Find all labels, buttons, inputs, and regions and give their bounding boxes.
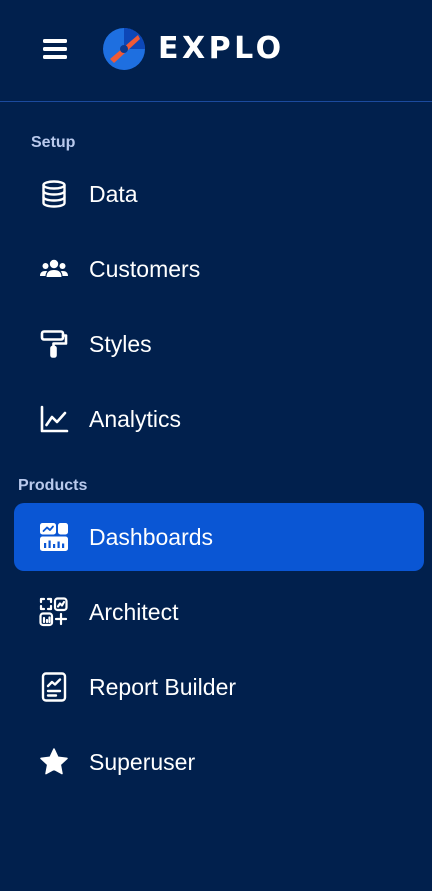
nav-item-data[interactable]: Data [14,160,424,228]
sidebar-nav: EXPLO Setup Data Customers Styles Analyt… [0,0,432,891]
nav-item-customers[interactable]: Customers [14,235,424,303]
explo-logo-icon [103,28,145,70]
nav-item-label: Analytics [89,406,182,432]
nav-item-report-builder[interactable]: Report Builder [14,653,424,721]
sidebar-header: EXPLO [0,0,432,102]
nav-item-dashboards[interactable]: Dashboards [14,503,424,571]
nav-item-analytics[interactable]: Analytics [14,385,424,453]
brand[interactable]: EXPLO [102,27,285,71]
customers-icon [39,254,69,284]
nav-item-label: Customers [89,256,201,282]
nav-item-superuser[interactable]: Superuser [14,728,424,796]
brand-name: EXPLO [158,31,285,66]
nav-item-architect[interactable]: Architect [14,578,424,646]
nav-item-label: Styles [89,331,152,357]
paint-roller-icon [39,329,69,359]
section-label-products: Products [18,477,88,494]
report-icon [39,672,69,702]
nav-item-styles[interactable]: Styles [14,310,424,378]
nav-item-label: Report Builder [89,674,237,700]
nav-item-label: Architect [89,599,179,625]
analytics-chart-icon [39,404,69,434]
architect-icon [39,597,69,627]
database-icon [39,179,69,209]
section-label-setup: Setup [31,134,76,151]
nav-item-label: Data [89,181,138,207]
hamburger-menu-icon [43,39,67,59]
star-icon [39,747,69,777]
dashboard-icon [39,522,69,552]
menu-button[interactable] [40,35,70,63]
nav-item-label: Superuser [89,749,196,775]
nav-item-label: Dashboards [89,524,214,550]
